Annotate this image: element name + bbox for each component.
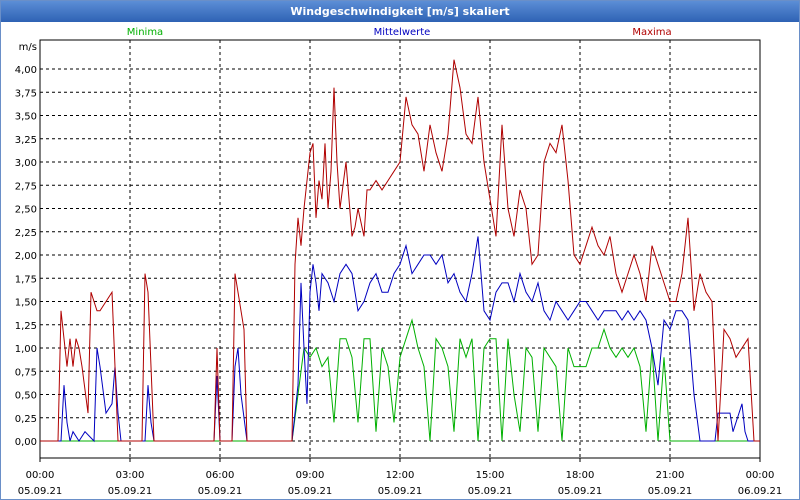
- y-tick-label: 2,25: [15, 228, 37, 239]
- legend: Minima Mittelwerte Maxima: [127, 27, 672, 38]
- x-tick-time: 00:00: [746, 470, 775, 481]
- legend-label-mittelwerte: Mittelwerte: [374, 27, 431, 38]
- y-tick-label: 1,50: [15, 298, 37, 309]
- y-tick-label: 2,50: [15, 205, 37, 216]
- x-tick-time: 18:00: [566, 470, 595, 481]
- y-tick-label: 3,25: [15, 135, 37, 146]
- y-tick-label: 1,25: [15, 321, 37, 332]
- y-axis-label: m/s: [19, 42, 37, 53]
- x-tick-labels: 00:00 05.09.21 03:00 05.09.21 06:00 05.09.21 0…: [18, 470, 783, 497]
- x-tick-time: 09:00: [296, 470, 325, 481]
- x-tick-time: 15:00: [476, 470, 505, 481]
- x-tick-date: 06.09.21: [738, 486, 783, 497]
- y-tick-label: 3,50: [15, 112, 37, 123]
- y-tick-label: 0,75: [15, 367, 37, 378]
- line-chart: 0,00 0,25 0,50 0,75 1,00 1,25 1,50 1,75 2,00 2,25…: [15, 27, 783, 497]
- y-tick-label: 0,00: [15, 437, 37, 448]
- x-tick-time: 00:00: [26, 470, 55, 481]
- x-tick-date: 05.09.21: [18, 486, 63, 497]
- y-tick-label: 1,75: [15, 274, 37, 285]
- y-tick-label: 3,00: [15, 158, 37, 169]
- x-tick-date: 05.09.21: [468, 486, 513, 497]
- x-tick-time: 03:00: [116, 470, 145, 481]
- y-tick-label: 0,25: [15, 414, 37, 425]
- x-tick-time: 21:00: [656, 470, 685, 481]
- series-line-minima: [40, 318, 760, 442]
- y-tick-label: 4,00: [15, 65, 37, 76]
- legend-label-maxima: Maxima: [632, 27, 671, 38]
- x-tick-date: 05.09.21: [198, 486, 243, 497]
- x-tick-date: 05.09.21: [108, 486, 153, 497]
- y-tick-label: 2,75: [15, 181, 37, 192]
- x-tick-date: 05.09.21: [378, 486, 423, 497]
- y-tick-label: 2,00: [15, 251, 37, 262]
- x-tick-time: 06:00: [206, 470, 235, 481]
- legend-label-minima: Minima: [127, 27, 163, 38]
- y-tick-labels: 0,00 0,25 0,50 0,75 1,00 1,25 1,50 1,75 2,00 2,25…: [15, 65, 37, 448]
- x-tick-date: 05.09.21: [558, 486, 603, 497]
- x-tick-date: 05.09.21: [648, 486, 693, 497]
- series-line-mittelwerte: [40, 236, 760, 443]
- y-tick-label: 0,50: [15, 391, 37, 402]
- x-tick-date: 05.09.21: [288, 486, 333, 497]
- x-tick-time: 12:00: [386, 470, 415, 481]
- y-tick-label: 3,75: [15, 88, 37, 99]
- y-tick-label: 1,00: [15, 344, 37, 355]
